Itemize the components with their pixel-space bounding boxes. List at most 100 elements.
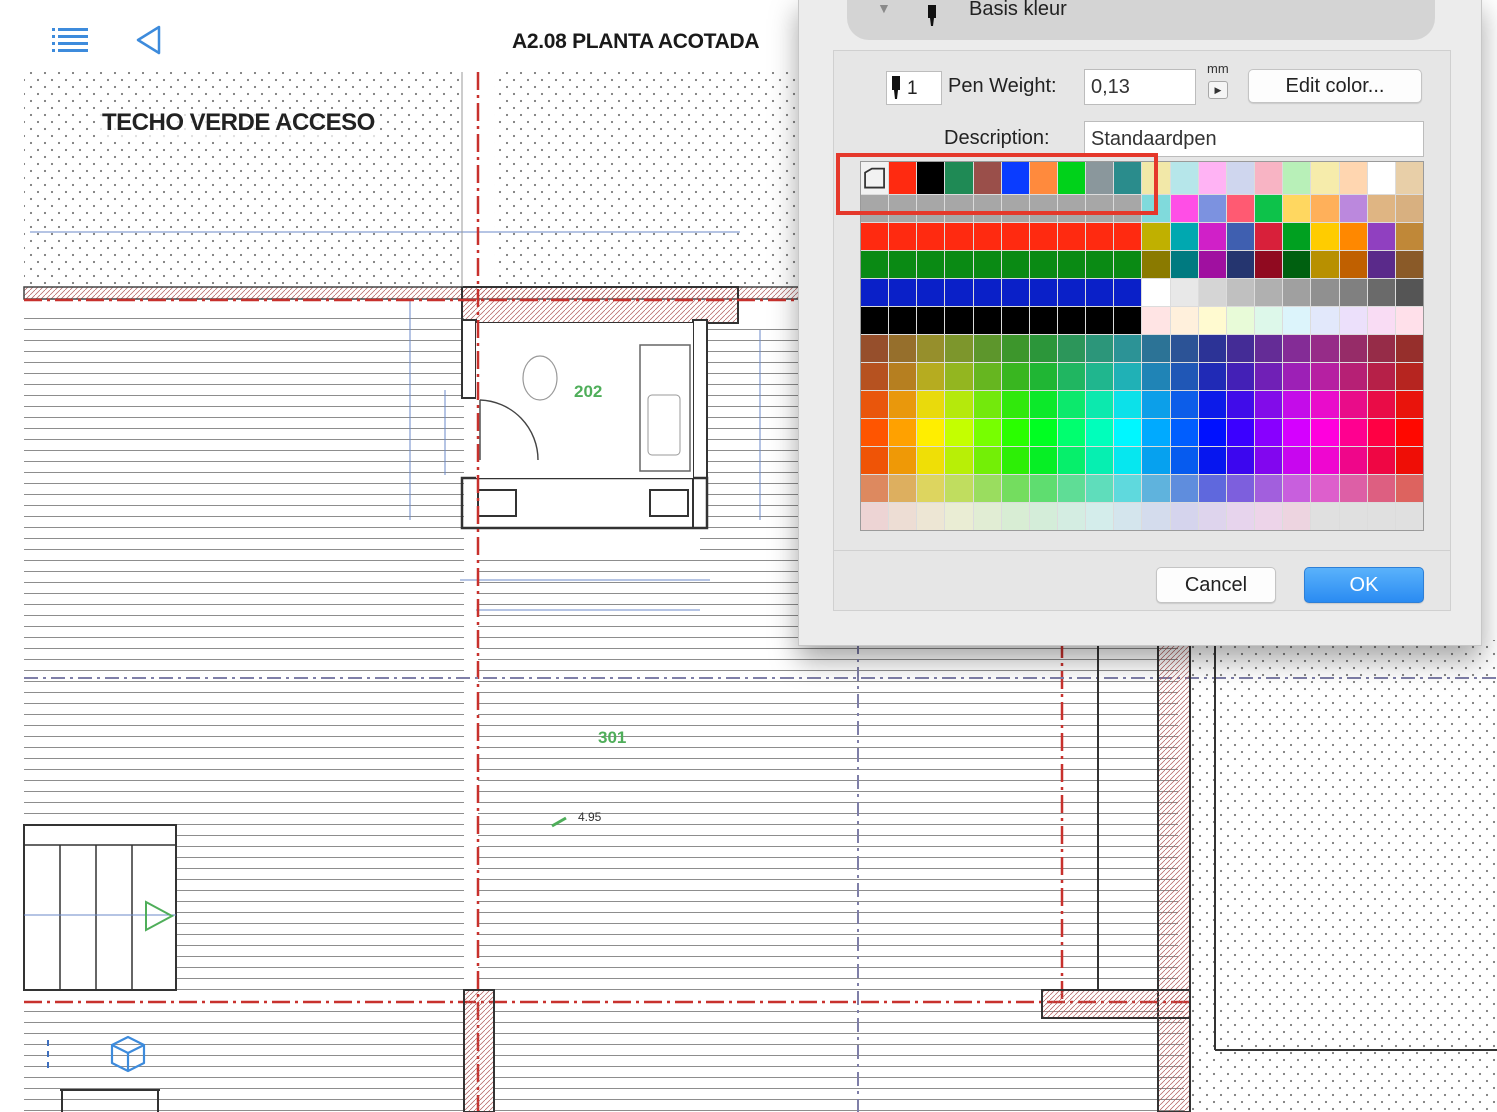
color-swatch[interactable] [1114,391,1142,419]
color-swatch[interactable] [1029,279,1058,307]
color-swatch[interactable] [1001,195,1029,223]
color-swatch[interactable] [1311,475,1339,502]
color-swatch[interactable] [1255,363,1283,391]
color-swatch[interactable] [973,162,1001,195]
color-swatch[interactable] [1311,447,1339,475]
color-swatch[interactable] [1395,162,1423,195]
color-swatch[interactable] [945,223,973,251]
color-swatch[interactable] [1086,363,1114,391]
color-swatch[interactable] [1142,335,1170,363]
color-swatch[interactable] [1367,475,1395,502]
color-swatch[interactable] [1198,447,1226,475]
color-swatch[interactable] [1170,363,1198,391]
color-swatch[interactable] [1283,162,1311,195]
color-swatch[interactable] [1001,223,1029,251]
color-swatch[interactable] [1339,335,1367,363]
color-swatch[interactable] [1086,251,1114,279]
color-swatch[interactable] [1058,391,1086,419]
color-swatch[interactable] [1142,279,1170,307]
color-swatch[interactable] [1170,251,1198,279]
color-swatch[interactable] [1001,162,1029,195]
color-swatch[interactable] [1086,279,1114,307]
color-swatch[interactable] [973,335,1001,363]
color-swatch[interactable] [1198,363,1226,391]
color-swatch[interactable] [917,223,945,251]
color-swatch[interactable] [1086,307,1114,335]
color-swatch[interactable] [1029,475,1058,502]
color-swatch[interactable] [1058,162,1086,195]
color-swatch[interactable] [1001,419,1029,447]
color-swatch[interactable] [1367,279,1395,307]
color-swatch[interactable] [1029,251,1058,279]
color-swatch[interactable] [1142,391,1170,419]
color-swatch[interactable] [1198,279,1226,307]
cancel-button[interactable]: Cancel [1156,567,1276,603]
color-swatch[interactable] [1142,307,1170,335]
color-swatch[interactable] [1311,391,1339,419]
color-swatch[interactable] [1086,335,1114,363]
color-swatch[interactable] [1311,307,1339,335]
color-swatch[interactable] [1198,335,1226,363]
color-swatch[interactable] [1001,475,1029,502]
color-swatch[interactable] [1058,251,1086,279]
color-swatch[interactable] [1226,307,1255,335]
color-swatch[interactable] [889,223,917,251]
color-swatch[interactable] [917,363,945,391]
color-swatch[interactable] [1170,162,1198,195]
color-swatch[interactable] [917,391,945,419]
color-swatch[interactable] [1226,335,1255,363]
color-swatch[interactable] [1255,307,1283,335]
color-swatch[interactable] [973,391,1001,419]
color-swatch[interactable] [1367,447,1395,475]
color-swatch[interactable] [1142,363,1170,391]
color-swatch[interactable] [1283,307,1311,335]
color-swatch[interactable] [1311,223,1339,251]
color-swatch[interactable] [945,363,973,391]
color-swatch[interactable] [1170,419,1198,447]
color-swatch[interactable] [1058,335,1086,363]
color-swatch[interactable] [1255,279,1283,307]
color-swatch[interactable] [1311,162,1339,195]
color-swatch[interactable] [1367,391,1395,419]
color-swatch[interactable] [889,162,917,195]
color-swatch[interactable] [889,251,917,279]
color-swatch[interactable] [889,419,917,447]
color-swatch[interactable] [1283,391,1311,419]
color-swatch[interactable] [945,307,973,335]
color-swatch[interactable] [973,251,1001,279]
color-swatch[interactable] [1114,503,1142,530]
color-swatch[interactable] [861,307,889,335]
color-swatch[interactable] [1058,279,1086,307]
color-swatch[interactable] [1255,195,1283,223]
color-swatch[interactable] [1170,447,1198,475]
color-swatch[interactable] [1226,391,1255,419]
color-swatch[interactable] [1339,391,1367,419]
color-swatch[interactable] [973,363,1001,391]
color-swatch[interactable] [1311,195,1339,223]
color-swatch[interactable] [1226,162,1255,195]
color-swatch[interactable] [1114,223,1142,251]
color-swatch[interactable] [1226,503,1255,530]
color-swatch[interactable] [1367,307,1395,335]
color-swatch[interactable] [917,419,945,447]
color-swatch[interactable] [1114,447,1142,475]
color-swatch[interactable] [1001,335,1029,363]
color-swatch[interactable] [1198,223,1226,251]
color-swatch[interactable] [1283,195,1311,223]
color-swatch[interactable] [1058,419,1086,447]
color-swatch[interactable] [861,447,889,475]
color-swatch[interactable] [1114,251,1142,279]
color-swatch[interactable] [1395,447,1423,475]
color-swatch[interactable] [1198,251,1226,279]
color-swatch[interactable] [1170,307,1198,335]
color-swatch[interactable] [1001,391,1029,419]
back-triangle-icon[interactable] [134,24,164,56]
color-swatch[interactable] [917,195,945,223]
color-swatch[interactable] [1114,279,1142,307]
color-swatch[interactable] [1029,419,1058,447]
color-swatch[interactable] [917,503,945,530]
color-swatch[interactable] [1142,419,1170,447]
color-swatch[interactable] [973,447,1001,475]
color-swatch[interactable] [1058,503,1086,530]
color-swatch[interactable] [861,475,889,502]
